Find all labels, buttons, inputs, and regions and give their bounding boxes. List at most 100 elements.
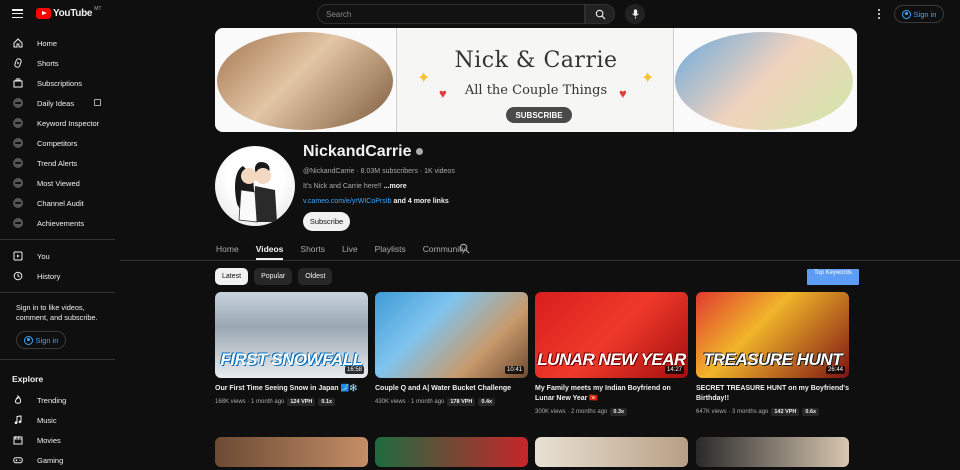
sidebar-item-trend-alerts[interactable]: Trend Alerts	[0, 153, 115, 173]
extension-icon	[13, 98, 23, 108]
sidebar-item-most-viewed[interactable]: Most Viewed	[0, 173, 115, 193]
sidebar-divider	[0, 292, 115, 293]
video-thumbnail[interactable]	[696, 437, 849, 467]
settings-menu-icon[interactable]	[878, 9, 881, 19]
search-input[interactable]	[326, 9, 584, 19]
sidebar-item-label: Trending	[37, 395, 67, 405]
signin-prompt: Sign in to like videos, comment, and sub…	[16, 303, 98, 322]
video-thumbnail[interactable]: FIRST SNOWFALL 16:58	[215, 292, 368, 378]
microphone-icon	[631, 9, 639, 19]
sidebar-item-label: Channel Audit	[37, 198, 84, 208]
top-keywords-button[interactable]: Top Keywords	[807, 269, 859, 285]
avatar-illustration	[235, 162, 277, 223]
video-thumbnail[interactable]: 10:41	[375, 292, 528, 378]
tab-home[interactable]: Home	[216, 238, 239, 260]
channel-banner: ✦ ✦ Nick & Carrie ♥ All the Couple Thing…	[215, 28, 857, 132]
video-card[interactable]: FIRST SNOWFALL 16:58 Our First Time Seei…	[215, 292, 368, 406]
video-card[interactable]: 10:41 Couple Q and A| Water Bucket Chall…	[375, 292, 528, 406]
account-icon	[901, 9, 911, 19]
video-thumbnail[interactable]	[535, 437, 688, 467]
tab-live[interactable]: Live	[342, 238, 358, 260]
more-links[interactable]: and 4 more links	[392, 198, 449, 205]
menu-icon[interactable]	[12, 9, 23, 18]
extension-icon	[13, 218, 23, 228]
banner-photo-left	[215, 28, 395, 132]
video-meta: 168K views · 1 month ago 124 VPH 0.1x	[215, 398, 368, 406]
signin-button[interactable]: Sign in	[894, 5, 944, 23]
video-views: 300K views · 2 months ago	[535, 409, 608, 415]
video-title[interactable]: SECRET TREASURE HUNT on my Boyfriend's B…	[696, 384, 849, 404]
sidebar-item-daily-ideas[interactable]: Daily Ideas	[0, 93, 115, 113]
video-duration: 26:44	[825, 366, 845, 374]
chip-popular[interactable]: Popular	[254, 268, 293, 285]
banner-center: ✦ ✦ Nick & Carrie ♥ All the Couple Thing…	[396, 28, 674, 132]
sidebar-item-label: Home	[37, 38, 58, 48]
tab-videos[interactable]: Videos	[255, 238, 283, 260]
video-title[interactable]: Our First Time Seeing Snow in Japan 🗾❄️	[215, 384, 368, 394]
sidebar-item-music[interactable]: Music	[0, 410, 115, 430]
couple-photo	[675, 32, 853, 130]
extension-icon	[13, 138, 23, 148]
channel-description[interactable]: It's Nick and Carrie here!! ...more	[303, 183, 407, 190]
sidebar-item-history[interactable]: History	[0, 266, 115, 286]
top-bar: YouTube MT Sign in	[0, 0, 960, 28]
sidebar-item-channel-audit[interactable]: Channel Audit	[0, 193, 115, 213]
video-views: 430K views · 1 month ago	[375, 399, 445, 405]
sidebar-item-shorts[interactable]: Shorts	[0, 53, 115, 73]
video-thumbnail[interactable]: TREASURE HUNT 26:44	[696, 292, 849, 378]
sidebar-item-subscriptions[interactable]: Subscriptions	[0, 73, 115, 93]
tabs-divider	[120, 260, 960, 261]
sidebar-item-gaming[interactable]: Gaming	[0, 450, 115, 470]
video-meta: 300K views · 2 months ago 0.3x	[535, 408, 688, 416]
chip-latest[interactable]: Latest	[215, 268, 249, 285]
sidebar-signin-button[interactable]: Sign in	[16, 331, 66, 349]
more-link[interactable]: ...more	[384, 183, 407, 190]
subscribe-button[interactable]: Subscribe	[303, 212, 350, 231]
multiplier-badge: 0.3x	[610, 408, 628, 416]
sidebar-item-trending[interactable]: Trending	[0, 390, 115, 410]
search-button[interactable]	[585, 4, 615, 24]
video-thumbnail[interactable]: LUNAR NEW YEAR 14:27	[535, 292, 688, 378]
signin-label: Sign in	[35, 335, 59, 345]
chip-oldest[interactable]: Oldest	[298, 268, 333, 285]
voice-search-button[interactable]	[625, 4, 645, 24]
sidebar-item-home[interactable]: Home	[0, 33, 115, 53]
extension-icon	[13, 198, 23, 208]
you-icon	[13, 251, 23, 261]
video-card[interactable]: TREASURE HUNT 26:44 SECRET TREASURE HUNT…	[696, 292, 849, 416]
tab-playlists[interactable]: Playlists	[375, 238, 406, 260]
sidebar-item-label: Competitors	[37, 138, 78, 148]
sidebar-item-achievements[interactable]: Achievements	[0, 213, 115, 233]
sidebar-item-you[interactable]: You	[0, 246, 115, 266]
sort-chips: Latest Popular Oldest	[215, 268, 333, 285]
gaming-icon	[13, 455, 23, 465]
sidebar-item-label: Shorts	[37, 58, 59, 68]
cameo-link[interactable]: v.cameo.com/e/yrWICoPrsIb	[303, 198, 392, 205]
video-duration: 14:27	[664, 366, 684, 374]
channel-search-icon[interactable]	[459, 243, 470, 254]
history-icon	[13, 271, 23, 281]
sidebar-item-label: Most Viewed	[37, 178, 80, 188]
video-title[interactable]: My Family meets my Indian Boyfriend on L…	[535, 384, 688, 404]
heart-icon: ♥	[619, 86, 627, 101]
video-thumbnail[interactable]	[375, 437, 528, 467]
country-code: MT	[94, 5, 102, 12]
video-card[interactable]: LUNAR NEW YEAR 14:27 My Family meets my …	[535, 292, 688, 416]
explore-heading: Explore	[12, 374, 44, 384]
sidebar-divider	[0, 359, 115, 360]
video-title[interactable]: Couple Q and A| Water Bucket Challenge	[375, 384, 528, 394]
vph-badge: 178 VPH	[447, 398, 476, 406]
sidebar-item-label: Gaming	[37, 455, 64, 465]
tab-shorts[interactable]: Shorts	[300, 238, 325, 260]
banner-subscribe-graphic: SUBSCRIBE	[506, 107, 572, 123]
youtube-logo[interactable]: YouTube MT	[36, 5, 102, 19]
channel-avatar[interactable]	[215, 146, 295, 226]
sidebar-item-label: Achievements	[37, 218, 85, 228]
sidebar-item-movies[interactable]: Movies	[0, 430, 115, 450]
sidebar-item-label: You	[37, 251, 50, 261]
sidebar-item-competitors[interactable]: Competitors	[0, 133, 115, 153]
sidebar-item-keyword-inspector[interactable]: Keyword Inspector	[0, 113, 115, 133]
sidebar-item-label: History	[37, 271, 61, 281]
banner-title: Nick & Carrie	[454, 48, 618, 73]
video-thumbnail[interactable]	[215, 437, 368, 467]
